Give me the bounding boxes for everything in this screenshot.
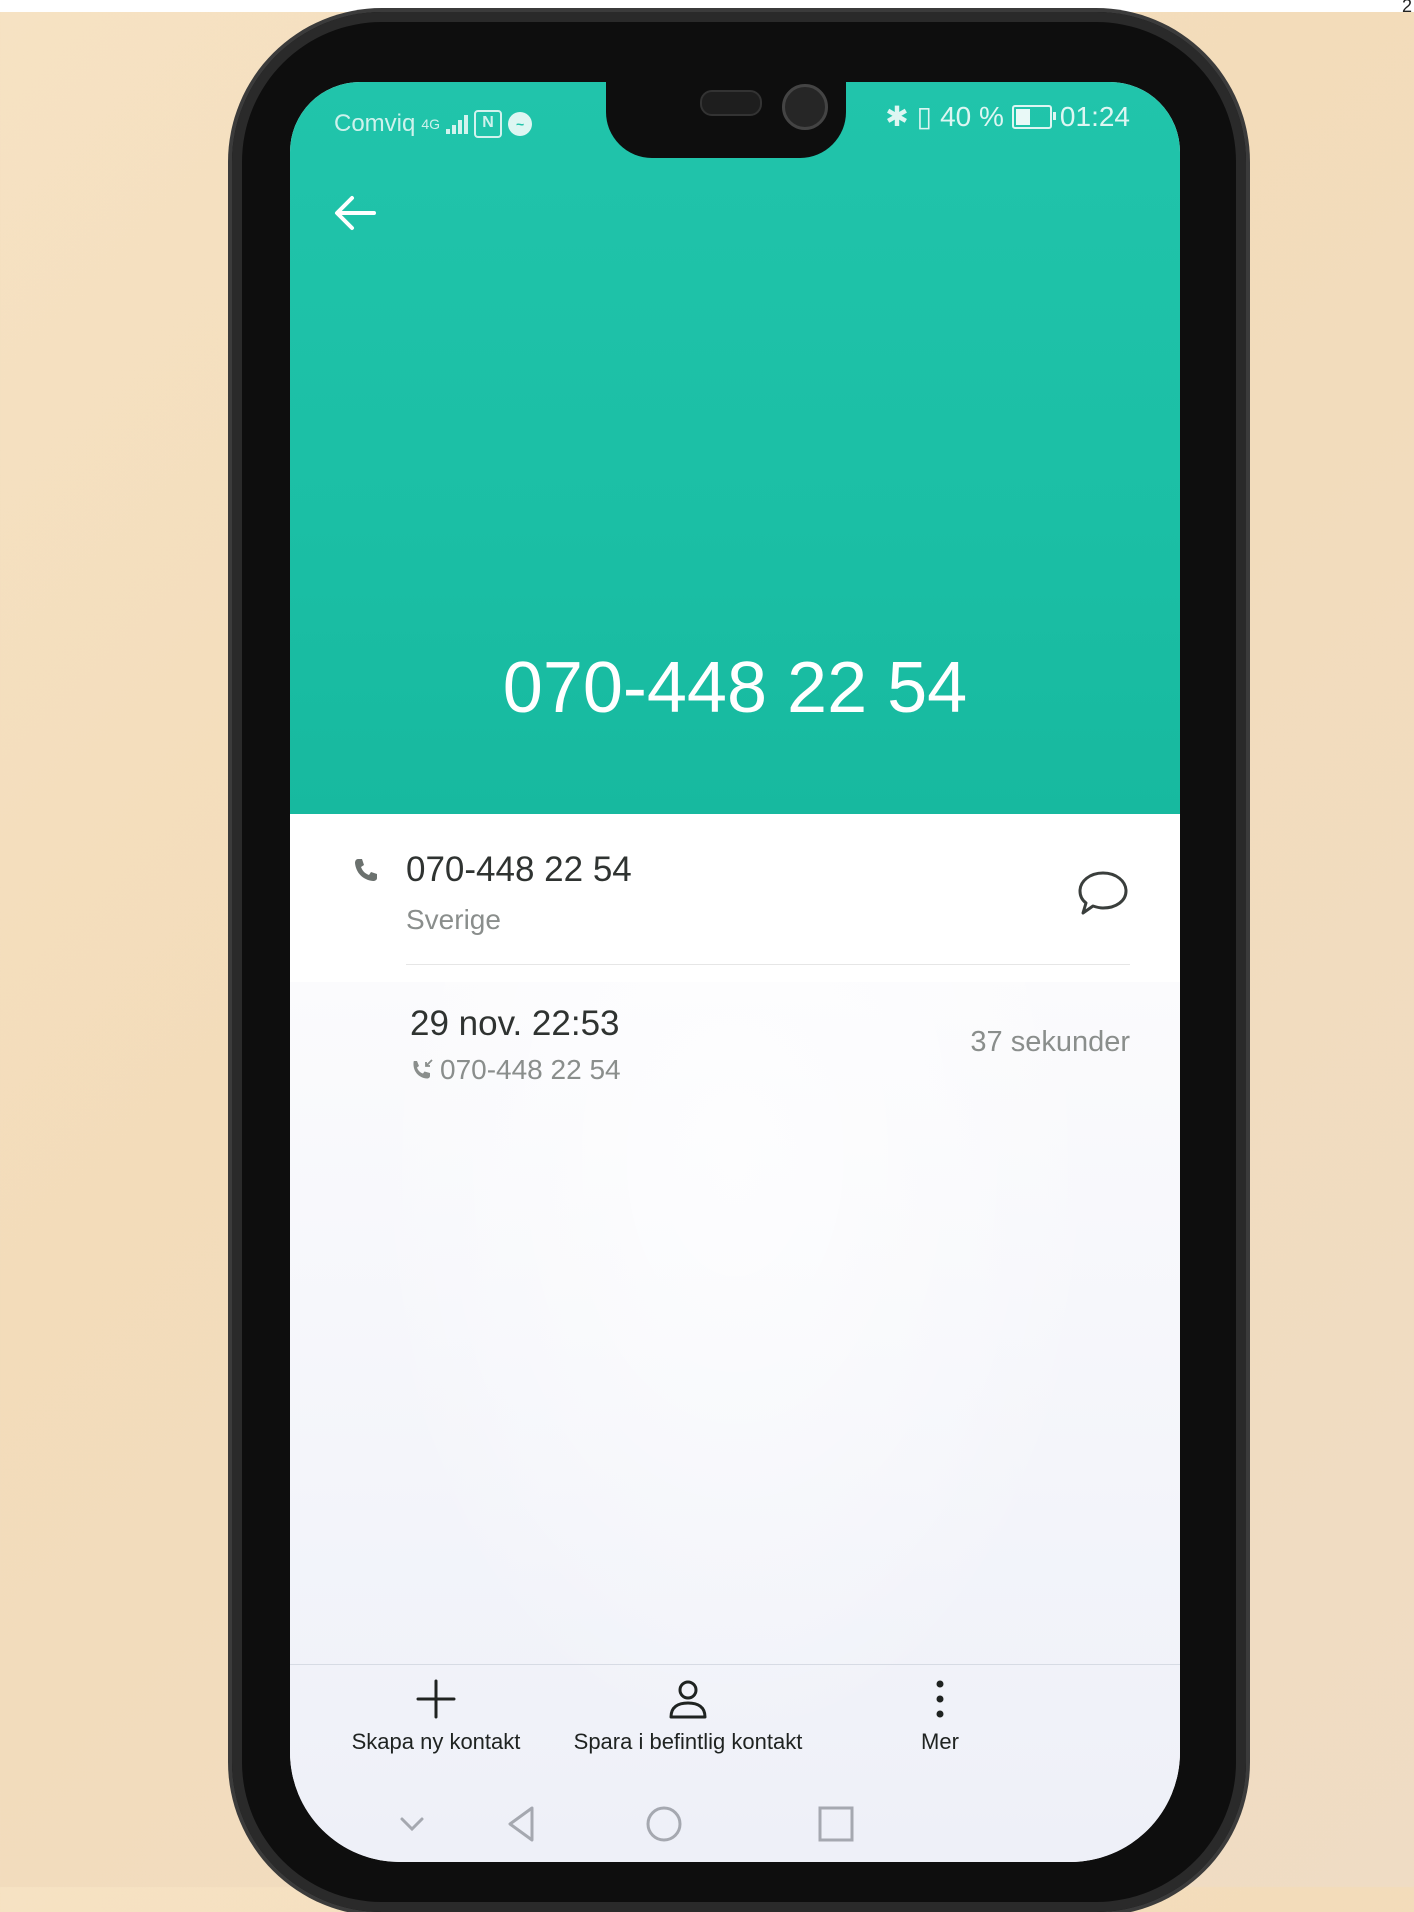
earpiece [700, 90, 762, 116]
nav-recents-icon[interactable] [814, 1802, 858, 1846]
action-bar: Skapa ny kontakt Spara i befintlig konta… [290, 1664, 1180, 1785]
vibrate-icon: ▯ [916, 101, 933, 132]
header-phone-number: 070-448 22 54 [502, 648, 968, 728]
create-contact-button[interactable]: Skapa ny kontakt [346, 1665, 526, 1755]
hide-nav-icon[interactable] [390, 1802, 434, 1846]
phone-icon [355, 859, 377, 881]
call-log-number: 070-448 22 54 [440, 1054, 621, 1085]
call-duration: 37 sekunder [970, 1026, 1130, 1058]
back-arrow-icon[interactable] [330, 188, 380, 238]
photo-top-border [0, 0, 1414, 12]
call-datetime: 29 nov. 22:53 [410, 1004, 620, 1043]
status-bar-left: Comviq 4G N ~ [334, 110, 533, 138]
incoming-call-icon [413, 1059, 433, 1079]
detail-phone-number[interactable]: 070-448 22 54 [406, 850, 632, 890]
carrier-name: Comviq [334, 110, 416, 137]
nav-home-icon[interactable] [642, 1802, 686, 1846]
save-existing-contact-button[interactable]: Spara i befintlig kontakt [558, 1665, 818, 1755]
save-existing-contact-label: Spara i befintlig kontakt [573, 1729, 803, 1754]
detail-country: Sverige [406, 904, 501, 935]
more-label: Mer [921, 1729, 959, 1754]
messenger-icon: ~ [508, 112, 533, 136]
corner-mark: 2 [1401, 0, 1412, 16]
create-contact-label: Skapa ny kontakt [351, 1729, 521, 1754]
more-vert-icon [936, 1680, 944, 1718]
status-bar-right: ✱ ▯ 40 % 01:24 [885, 100, 1130, 133]
system-nav-bar [290, 1794, 1180, 1854]
battery-percent: 40 % [940, 100, 1004, 132]
front-camera [782, 84, 828, 130]
message-icon[interactable] [1076, 868, 1130, 918]
nfc-icon: N [474, 110, 503, 138]
nav-back-icon[interactable] [500, 1802, 544, 1846]
clock: 01:24 [1059, 100, 1130, 132]
call-log-number-row: 070-448 22 54 [410, 1054, 621, 1086]
divider [406, 964, 1130, 965]
phone-screen: Comviq 4G N ~ ✱ ▯ 40 % 01:24 070-448 22 … [290, 82, 1180, 1862]
more-button[interactable]: Mer [890, 1665, 990, 1755]
person-icon [669, 1680, 707, 1719]
bluetooth-icon: ✱ [885, 101, 909, 132]
signal-icon [446, 114, 469, 134]
plus-icon [416, 1679, 456, 1719]
network-type: 4G [421, 116, 441, 132]
battery-icon [1011, 104, 1056, 129]
